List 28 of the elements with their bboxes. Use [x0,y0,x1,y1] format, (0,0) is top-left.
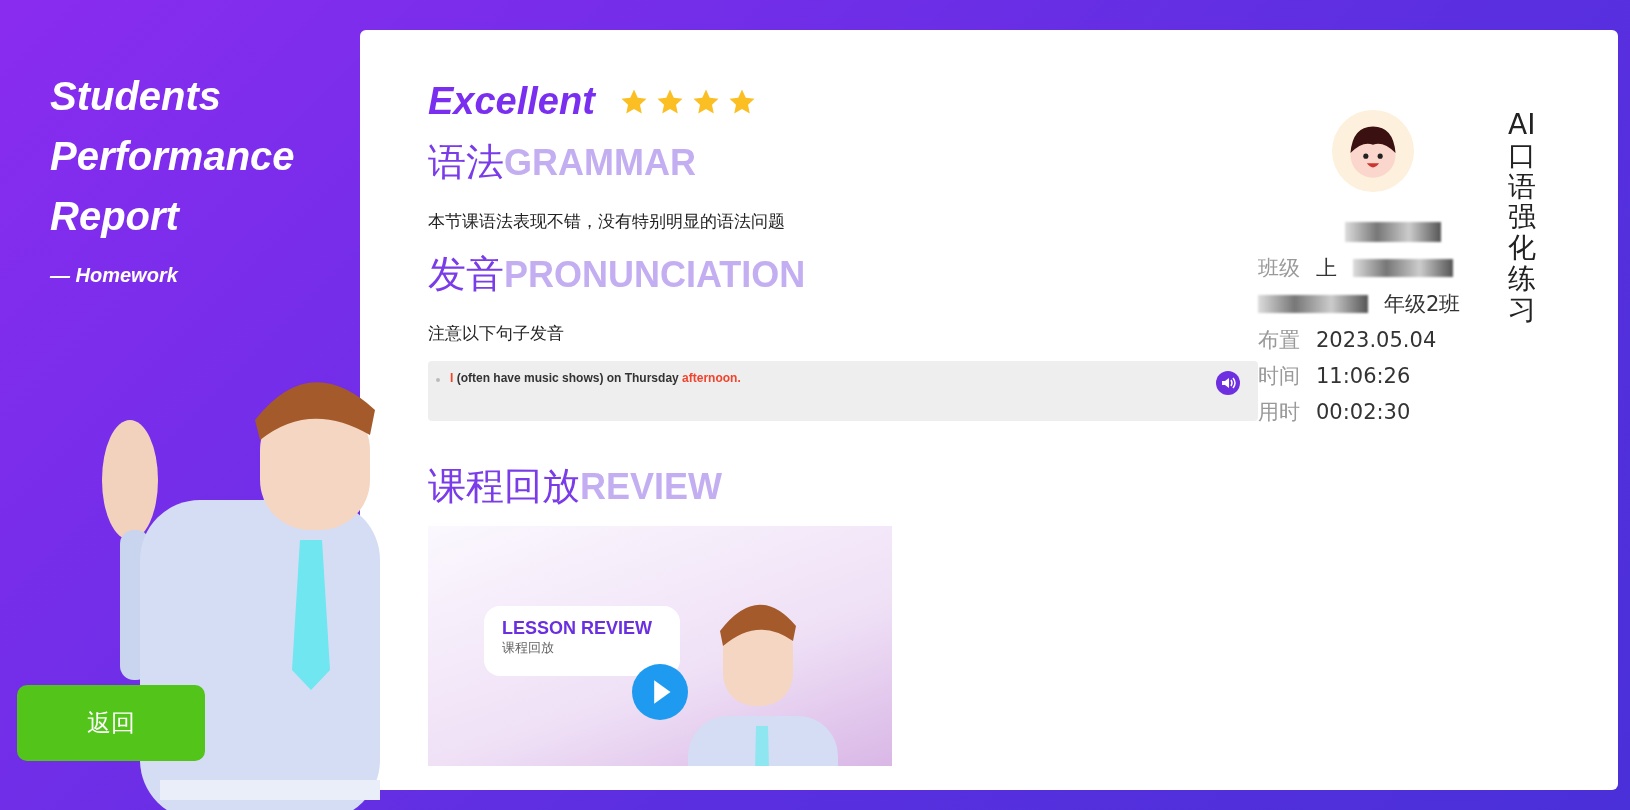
info-value: 11:06:26 [1316,364,1411,388]
info-label: 布置 [1258,327,1300,354]
rating-label: Excellent [428,80,595,123]
info-value: 2023.05.04 [1316,328,1437,352]
speaker-icon[interactable] [1216,371,1240,395]
avatar-icon [1332,110,1414,192]
video-title: LESSON REVIEW [502,618,654,639]
play-icon[interactable] [632,664,688,720]
section-text: 本节课语法表现不错，没有特别明显的语法问题 [428,210,786,233]
info-label: 时间 [1258,363,1300,390]
section-title-english: REVIEW [580,466,722,508]
report-subtitle: — Homework [50,264,180,287]
video-subtitle: 课程回放 [502,639,555,657]
info-value: 上 [1316,255,1337,282]
section-title: 语法 [428,139,504,186]
section-title: 发音 [428,251,504,298]
info-label: 班级 [1258,255,1300,282]
section-title: 课程回放 [428,463,580,510]
video-thumbnail[interactable]: LESSON REVIEW 课程回放 [428,526,892,766]
info-label: 用时 [1258,399,1300,426]
vertical-title: AI口语强化练习 [1508,110,1536,328]
section-title-english: PRONUNCIATION [504,254,806,296]
info-value: 年级2班 [1384,291,1461,318]
sentence-text: I (often have music shows) on Thursday afternoon. [450,371,742,385]
section-text: 注意以下句子发音 [428,322,565,345]
section-title-english: GRAMMAR [504,142,696,184]
report-title: Students Performance Report [50,73,296,240]
info-value: 00:02:30 [1316,400,1411,424]
